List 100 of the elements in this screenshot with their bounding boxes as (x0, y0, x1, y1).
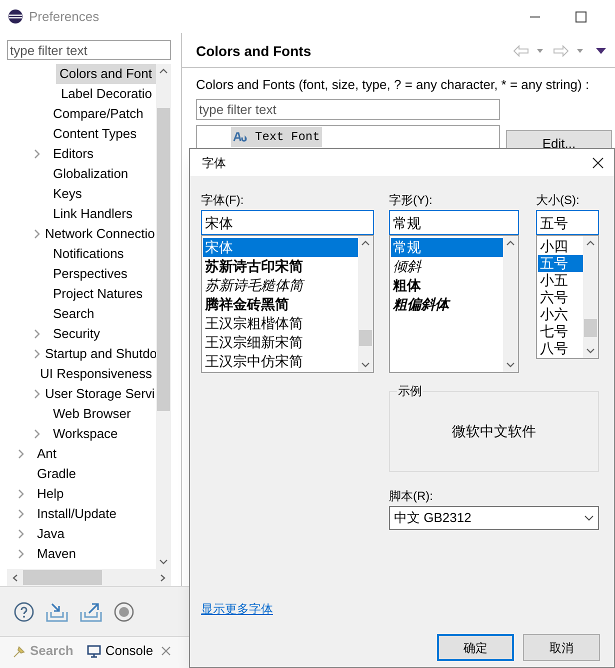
tree-item[interactable]: UI Responsiveness (36, 364, 156, 384)
scroll-down-icon[interactable] (361, 362, 370, 368)
chevron-icon[interactable] (17, 509, 25, 520)
list-option[interactable]: 小四 (538, 238, 583, 255)
tree-item[interactable]: Install/Update (33, 504, 120, 524)
scroll-thumb[interactable] (23, 570, 102, 585)
list-option[interactable]: 五号 (538, 255, 583, 272)
chevron-icon[interactable] (33, 149, 41, 160)
list-option[interactable]: 宋体 (203, 238, 358, 257)
maximize-icon[interactable] (575, 10, 587, 22)
tree-item[interactable]: Keys (49, 184, 86, 204)
close-icon[interactable] (592, 156, 604, 168)
field-label: 大小(S): (536, 192, 580, 209)
list-option[interactable]: 常规 (391, 238, 503, 257)
script-select[interactable]: 中文 GB2312 (389, 506, 599, 530)
scrollbar[interactable] (583, 236, 598, 358)
tree-item[interactable]: Colors and Font (56, 64, 156, 84)
tree-item[interactable]: Globalization (49, 164, 132, 184)
tree-item[interactable]: Text Font (231, 126, 322, 146)
record-icon[interactable] (114, 602, 134, 622)
font-input[interactable]: 五号 (536, 210, 599, 235)
tree-item[interactable]: Content Types (49, 124, 141, 144)
tree-item[interactable]: Link Handlers (49, 204, 136, 224)
list-option[interactable]: 七号 (538, 323, 583, 340)
view-menu-icon[interactable] (595, 47, 607, 55)
font-input[interactable]: 常规 (389, 210, 519, 235)
tree-item[interactable]: Notifications (49, 244, 128, 264)
scroll-thumb[interactable] (359, 330, 372, 346)
dialog-button[interactable]: 确定 (437, 634, 514, 661)
tree-item[interactable]: Label Decoratio (56, 84, 156, 104)
tree-item[interactable]: Security (49, 324, 104, 344)
chevron-icon[interactable] (33, 229, 41, 240)
scroll-up-icon[interactable] (586, 240, 595, 246)
scroll-up-icon[interactable] (361, 240, 370, 246)
tree-item[interactable]: Maven (33, 544, 80, 564)
filter-field[interactable]: type filter text (7, 40, 171, 60)
scroll-thumb[interactable] (584, 319, 597, 337)
tree-item[interactable]: User Storage Servi (41, 384, 156, 404)
list-option[interactable]: 小六 (538, 306, 583, 323)
field-label: 脚本(R): (389, 488, 434, 505)
scroll-left-icon[interactable] (12, 574, 18, 582)
chevron-icon[interactable] (33, 329, 41, 340)
scroll-right-icon[interactable] (160, 574, 166, 582)
scroll-thumb[interactable] (157, 108, 170, 412)
tree-item[interactable]: Ant (33, 444, 61, 464)
tree-item[interactable]: Project Natures (49, 284, 147, 304)
chevron-icon[interactable] (33, 389, 41, 400)
scrollbar[interactable] (503, 236, 518, 372)
tree-item[interactable]: Web Browser (49, 404, 135, 424)
back-arrow-icon[interactable] (513, 45, 529, 57)
list-option[interactable]: 倾斜 (391, 257, 503, 276)
list-option[interactable]: 小五 (538, 272, 583, 289)
list-option[interactable]: 王汉宗中仿宋简 (203, 352, 358, 371)
list-option[interactable]: 六号 (538, 289, 583, 306)
export-icon[interactable] (80, 602, 102, 622)
list-option[interactable]: 粗体 (391, 276, 503, 295)
chevron-icon[interactable] (33, 349, 41, 360)
tree-item[interactable]: Compare/Patch (49, 104, 148, 124)
scroll-down-icon[interactable] (586, 348, 595, 354)
list-option[interactable]: 王汉宗粗楷体简 (203, 314, 358, 333)
list-option[interactable]: 八号 (538, 340, 583, 357)
tree-item[interactable]: Editors (49, 144, 98, 164)
font-input[interactable]: 宋体 (201, 210, 374, 235)
font-icon (233, 132, 249, 142)
list-option[interactable]: 腾祥金砖黑简 (203, 295, 358, 314)
tree-item[interactable]: Gradle (33, 464, 80, 484)
scrollbar[interactable] (156, 64, 171, 570)
tree-item[interactable]: Search (49, 304, 98, 324)
dropdown-icon[interactable] (535, 48, 545, 54)
scroll-down-icon[interactable] (506, 362, 515, 368)
view-tab[interactable]: Console (85, 640, 174, 662)
monitor-icon (87, 644, 102, 658)
chevron-icon[interactable] (33, 429, 41, 440)
list-option[interactable]: 王汉宗细新宋简 (203, 333, 358, 352)
forward-arrow-icon[interactable] (553, 45, 569, 57)
chevron-icon[interactable] (17, 549, 25, 560)
help-icon[interactable] (14, 602, 34, 622)
tree-item[interactable]: Help (33, 484, 68, 504)
window-title: Preferences (29, 8, 100, 26)
scrollbar[interactable] (358, 236, 373, 372)
import-icon[interactable] (46, 602, 68, 622)
filter-field[interactable]: type filter text (196, 98, 500, 120)
chevron-icon[interactable] (17, 489, 25, 500)
tree-item[interactable]: Perspectives (49, 264, 132, 284)
dropdown-icon[interactable] (575, 48, 585, 54)
scroll-up-icon[interactable] (159, 68, 168, 74)
tree-item[interactable]: Workspace (49, 424, 122, 444)
chevron-icon[interactable] (17, 449, 25, 460)
tree-item[interactable]: Network Connectio (41, 224, 156, 244)
dialog-button[interactable]: 取消 (523, 634, 600, 661)
more-fonts-link[interactable]: 显示更多字体 (201, 600, 273, 618)
field-label: 字体(F): (201, 192, 245, 209)
scrollbar[interactable] (7, 569, 171, 586)
list-option[interactable]: 苏新诗古印宋简 (203, 257, 358, 276)
tree-item[interactable]: Java (33, 524, 68, 544)
scroll-up-icon[interactable] (506, 240, 515, 246)
list-option[interactable]: 苏新诗毛糙体简 (203, 276, 358, 295)
chevron-icon[interactable] (17, 529, 25, 540)
scroll-down-icon[interactable] (159, 559, 168, 566)
list-option[interactable]: 粗偏斜体 (391, 295, 503, 314)
